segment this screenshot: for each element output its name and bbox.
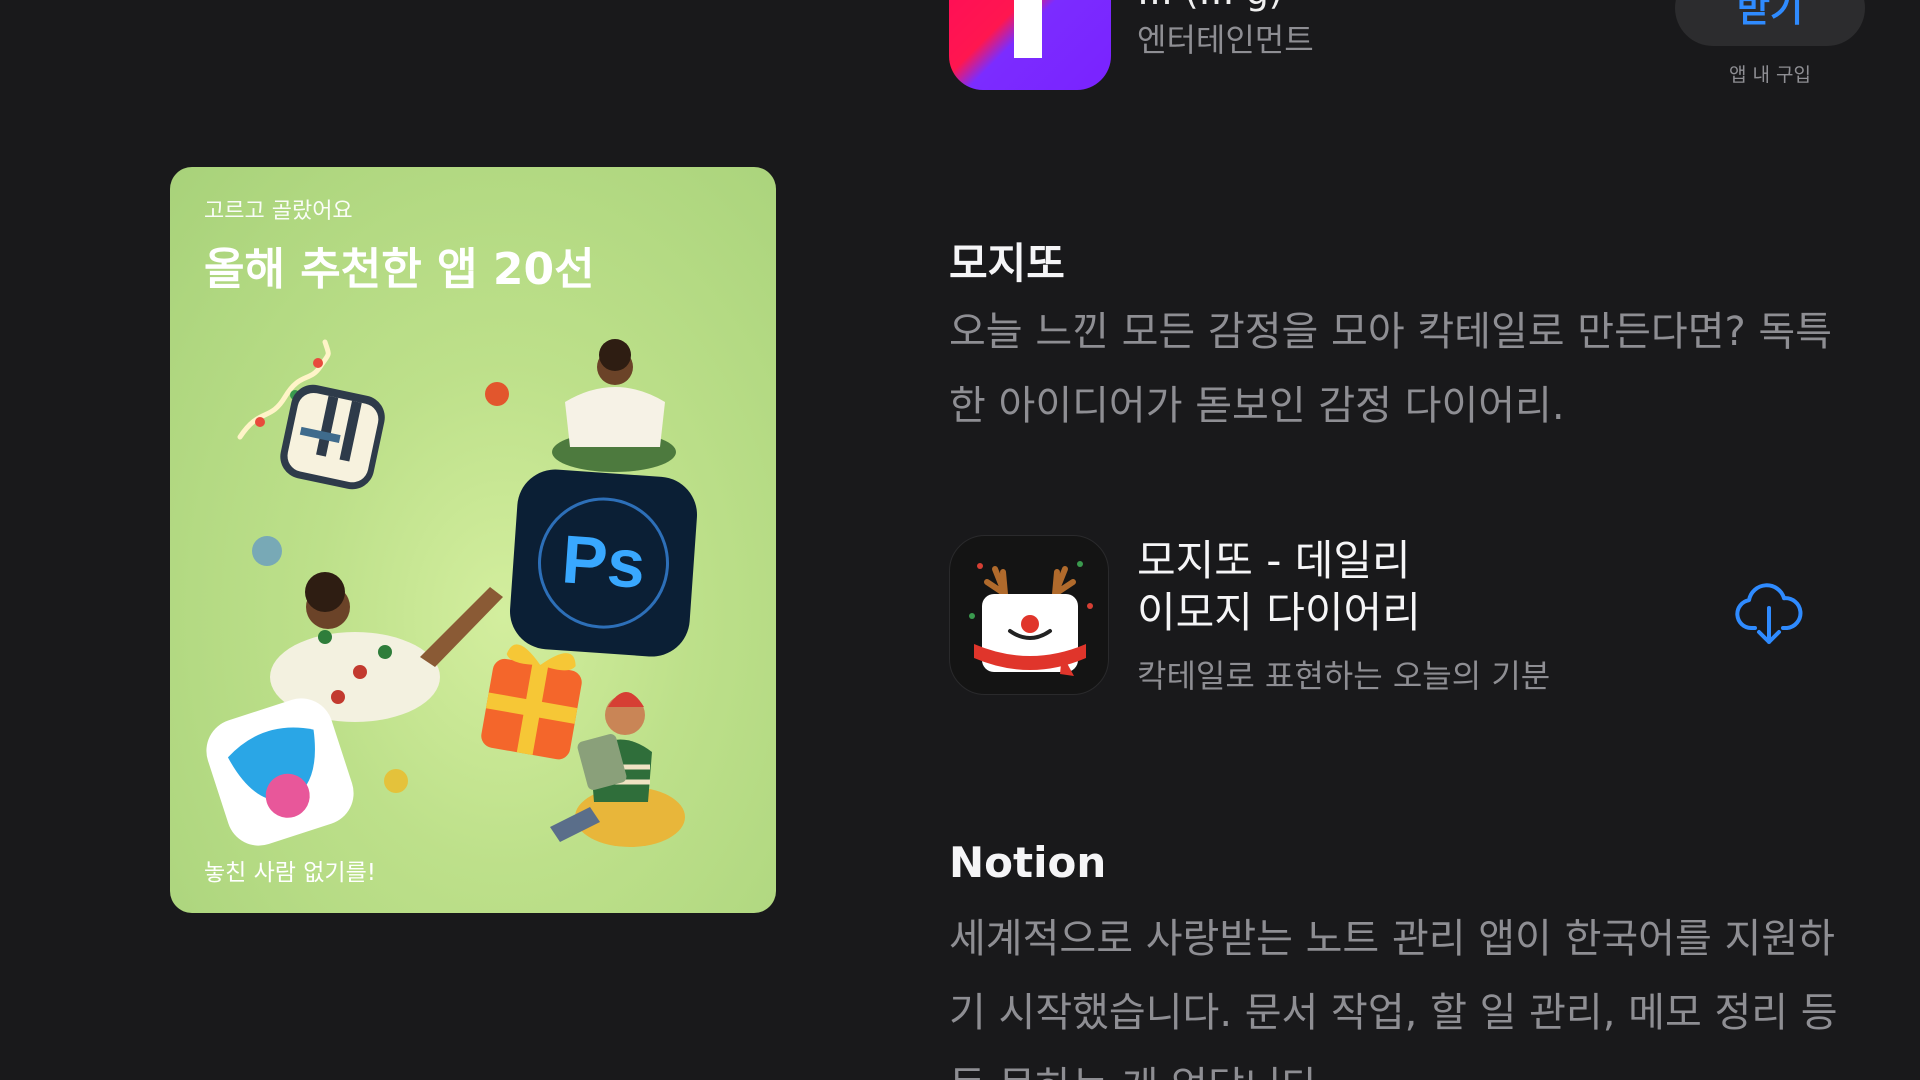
cloud-download-button[interactable]: [1733, 578, 1805, 650]
mojitto-app-subtitle: 칵테일로 표현하는 오늘의 기분: [1137, 657, 1551, 695]
get-button[interactable]: 받기: [1675, 0, 1865, 46]
meditating-figure: [552, 339, 676, 472]
cloud-download-icon: [1735, 583, 1803, 644]
mojitto-app-title-line2: 이모지 다이어리: [1137, 588, 1421, 637]
promo-card-apps-of-the-year[interactable]: Ps 고르고 골랐어요 올해 추천한 앱 20선 놓친 사람 없기를!: [170, 167, 776, 913]
notion-section-heading: Notion: [949, 838, 1107, 887]
top-app-icon[interactable]: [949, 0, 1111, 90]
photoshop-app-icon: Ps: [510, 469, 698, 657]
top-app-title: … (… g): [1137, 0, 1283, 13]
svg-text:Ps: Ps: [559, 521, 647, 603]
notion-section-description: 세계적으로 사랑받는 노트 관리 앱이 한국어를 지원하기 시작했습니다. 문서…: [949, 916, 1838, 1080]
gift-box: [481, 644, 582, 760]
mojitto-app-icon[interactable]: [949, 535, 1109, 695]
mojitto-app-title[interactable]: 모지또 - 데일리 이모지 다이어리: [1137, 535, 1421, 639]
mojitto-app-title-line1: 모지또 - 데일리: [1137, 536, 1411, 585]
top-app-category: 엔터테인먼트: [1137, 21, 1314, 59]
promo-title: 올해 추천한 앱 20선: [204, 244, 595, 295]
mojitto-section-description: 오늘 느낀 모든 감정을 모아 칵테일로 만든다면? 독특한 아이디어가 돋보인…: [949, 309, 1833, 429]
in-app-purchase-label: 앱 내 구입: [1729, 64, 1811, 86]
mojitto-cup-icon: [969, 561, 1093, 676]
mojitto-section-heading: 모지또: [949, 239, 1065, 288]
promo-footer: 놓친 사람 없기를!: [204, 860, 376, 886]
promo-eyebrow: 고르고 골랐어요: [204, 199, 353, 224]
keyboard-app-icon: [280, 384, 385, 490]
app-store-page: … (… g) 엔터테인먼트 받기 앱 내 구입: [0, 0, 1920, 1080]
